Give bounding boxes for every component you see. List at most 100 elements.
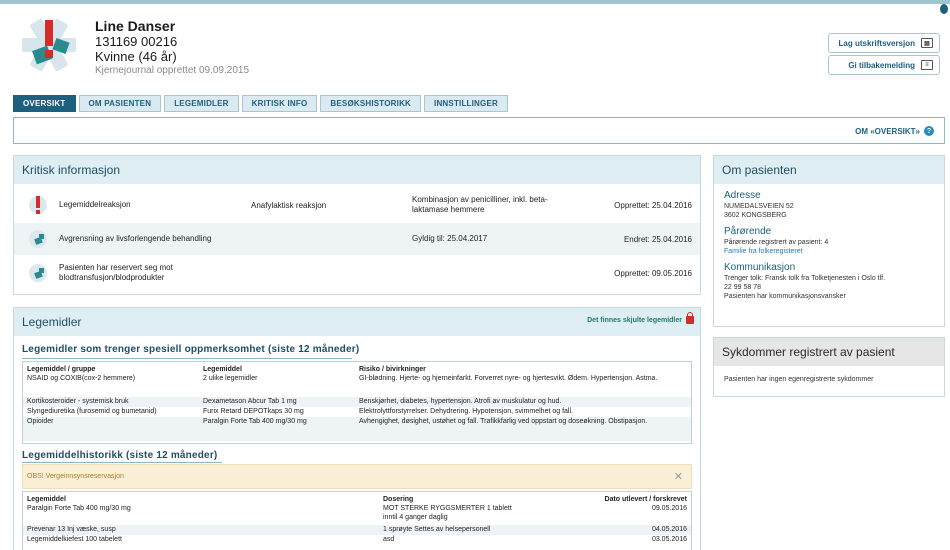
cell-risk: GI-blødning. Hjerte- og hjerneinfarkt. F… (359, 375, 658, 382)
overview-help-label: OM «OVERSIKT» (855, 126, 920, 136)
cell-dosage: MOT STERKE RYGGSMERTER 1 tablett (383, 505, 512, 512)
attention-table: Legemiddel / gruppe Legemiddel Risiko / … (22, 361, 692, 444)
cell-dosage: asd (383, 536, 395, 543)
cell-date: 09.05.2016 (651, 505, 687, 512)
tab-critical-info[interactable]: KRITISK INFO (241, 95, 318, 112)
hidden-medications-link[interactable]: Det finnes skjulte legemidler (587, 312, 694, 324)
cell-drug: 2 ulike legemidler (203, 375, 258, 382)
patient-name: Line Danser (95, 18, 176, 34)
warning-icon (29, 196, 47, 214)
diseases-text: Pasienten har ingen egenregistrerte sykd… (724, 376, 874, 383)
address-line-1: NUMEDALSVEIEN 52 (724, 203, 794, 210)
table-header: Legemiddel / gruppe Legemiddel Risiko / … (23, 365, 691, 374)
speech-bubble-icon: ≡ (921, 60, 933, 70)
table-row: inntil 4 ganger daglig (23, 513, 691, 522)
table-row[interactable]: Opioider Paralgin Forte Tab 400 mg/30 mg… (23, 417, 691, 441)
cell-drug: Legemiddelkiefest 100 tabelett (27, 536, 122, 543)
history-heading: Legemiddelhistorikk (siste 12 måneder) (22, 450, 218, 461)
patient-id: 131169 00216 (95, 34, 178, 49)
cell-group: Slyngediuretika (furosemid og bumetanid) (27, 408, 157, 415)
critical-row[interactable]: Avgrensning av livsforlengende behandlin… (14, 223, 700, 255)
table-row[interactable]: Prevenar 13 Inj væske, susp 1 sprøyte Se… (23, 525, 691, 535)
tab-overview[interactable]: OVERSIKT (13, 95, 76, 112)
cell-drug: Paralgin Forte Tab 400 mg/30 mg (203, 418, 307, 425)
critical-date: Opprettet: 25.04.2016 (614, 200, 692, 210)
table-row[interactable]: Legemiddelkiefest 100 tabelett asd 03.05… (23, 535, 691, 545)
cell-drug: Prevenar 13 Inj væske, susp (27, 526, 116, 533)
lock-icon (686, 312, 694, 324)
address-heading: Adresse (724, 190, 761, 201)
relatives-link[interactable]: Familie fra folkeregisteret (724, 247, 934, 256)
critical-date: Opprettet: 09.05.2016 (614, 268, 692, 278)
info-icon (29, 230, 47, 248)
communication-line-2: 22 99 58 78 (724, 284, 761, 291)
cell-dosage: inntil 4 ganger daglig (383, 514, 448, 521)
address-line-2: 3602 KONGSBERG (724, 212, 787, 219)
info-icon (29, 264, 47, 282)
communication-heading: Kommunikasjon (724, 262, 796, 273)
medications-title-text: Legemidler (22, 315, 82, 329)
close-icon[interactable]: ✕ (674, 470, 683, 483)
tab-settings[interactable]: INNSTILLINGER (424, 95, 508, 112)
cell-risk: Benskjørhet, diabetes, hypertensjon. Atr… (359, 398, 562, 405)
table-header: Legemiddel Dosering Dato utlevert / fors… (23, 495, 691, 504)
overview-bar: OM «OVERSIKT» ? (13, 117, 945, 144)
patient-gender-age: Kvinne (46 år) (95, 49, 177, 64)
print-label: Lag utskriftsversjon (838, 38, 915, 48)
critical-type: Pasienten har reservert seg mot blodtran… (59, 263, 173, 282)
about-patient-title: Om pasienten (714, 156, 944, 184)
cell-date: 04.05.2016 (651, 526, 687, 533)
about-patient-panel: Om pasienten Adresse NUMEDALSVEIEN 52 36… (713, 155, 945, 327)
history-underline (22, 462, 222, 463)
critical-extra: Kombinasjon av penicilliner, inkl. beta-… (412, 195, 548, 214)
col-drug: Legemiddel (203, 366, 242, 373)
cell-risk: Avhengighet, døsighet, ustøhet og fall. … (359, 418, 648, 425)
communication-line-1: Trenger tolk: Fransk tolk fra Tolketjene… (724, 275, 886, 282)
table-row[interactable]: NSAID og COXIB(cox-2 hemmere) 2 ulike le… (23, 374, 691, 394)
tab-about-patient[interactable]: OM PASIENTEN (78, 95, 162, 112)
print-button[interactable]: Lag utskriftsversjon ▤ (828, 33, 940, 53)
critical-type: Legemiddelreaksjon (59, 200, 131, 209)
reservation-notice: OBS! Vergeinnsynsreservasjon ✕ (22, 464, 692, 489)
table-row[interactable]: Slyngediuretika (furosemid og bumetanid)… (23, 407, 691, 417)
printer-icon: ▤ (921, 38, 933, 48)
overview-help-link[interactable]: OM «OVERSIKT» ? (855, 126, 934, 136)
cell-group: NSAID og COXIB(cox-2 hemmere) (27, 375, 136, 382)
cell-risk: Elektrolyttforstyrrelser. Dehydrering. H… (359, 408, 573, 415)
relatives-heading: Pårørende (724, 226, 772, 237)
journal-created: Kjernejournal opprettet 09.09.2015 (95, 65, 250, 76)
attention-underline (22, 358, 352, 359)
table-row[interactable]: Kortikosteroider - systemisk bruk Dexame… (23, 397, 691, 407)
main-tabs: OVERSIKT OM PASIENTEN LEGEMIDLER KRITISK… (13, 95, 508, 112)
tab-visit-history[interactable]: BESØKSHISTORIKK (320, 95, 422, 112)
col-date: Dato utlevert / forskrevet (604, 496, 687, 503)
hidden-medications-label: Det finnes skjulte legemidler (587, 316, 682, 324)
critical-type: Avgrensning av livsforlengende behandlin… (59, 234, 212, 243)
critical-row[interactable]: Legemiddelreaksjon Anafylaktisk reaksjon… (14, 189, 700, 221)
critical-date: Endret: 25.04.2016 (623, 234, 692, 244)
reservation-text: OBS! Vergeinnsynsreservasjon (27, 473, 124, 480)
patient-header: Line Danser 131169 00216 Kvinne (46 år) … (95, 18, 249, 78)
communication-line-3: Pasienten har kommunikasjonsvansker (724, 293, 846, 300)
medications-panel: Legemidler Det finnes skjulte legemidler… (13, 307, 701, 550)
critical-info-panel: Kritisk informasjon Legemiddelreaksjon A… (13, 155, 701, 295)
critical-info-title: Kritisk informasjon (14, 156, 700, 184)
critical-extra: Gyldig til: 25.04.2017 (412, 234, 488, 243)
cell-group: Kortikosteroider - systemisk bruk (27, 398, 129, 405)
col-group: Legemiddel / gruppe (27, 366, 96, 373)
cell-group: Opioider (27, 418, 54, 425)
tab-medications[interactable]: LEGEMIDLER (164, 95, 239, 112)
critical-row[interactable]: Pasienten har reservert seg mot blodtran… (14, 257, 700, 289)
cell-drug: Dexametason Abcur Tab 1 mg (203, 398, 297, 405)
patient-logo-icon (22, 18, 76, 72)
feedback-label: Gi tilbakemelding (848, 60, 915, 70)
feedback-button[interactable]: Gi tilbakemelding ≡ (828, 55, 940, 75)
table-row[interactable]: Paralgin Forte Tab 400 mg/30 mg MOT STER… (23, 504, 691, 513)
col-drug: Legemiddel (27, 496, 66, 503)
diseases-panel: Sykdommer registrert av pasient Pasiente… (713, 337, 945, 397)
critical-detail: Anafylaktisk reaksjon (251, 200, 327, 210)
cell-date: 03.05.2016 (651, 536, 687, 543)
col-risk: Risiko / bivirkninger (359, 366, 426, 373)
history-table: Legemiddel Dosering Dato utlevert / fors… (22, 491, 692, 550)
cell-drug: Furix Retard DEPOTkaps 30 mg (203, 408, 304, 415)
